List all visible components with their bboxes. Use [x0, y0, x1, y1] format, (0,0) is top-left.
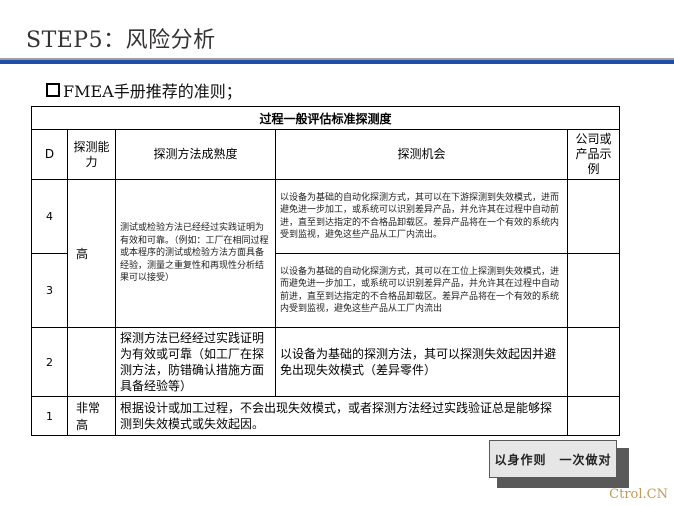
title-divider-blue	[0, 60, 674, 64]
slogan-text: 以身作则 一次做对	[489, 440, 617, 478]
page-title: STEP5：风险分析	[26, 28, 216, 53]
row-d: 3	[31, 253, 68, 328]
header-d: D	[31, 129, 68, 180]
table-row: 2 探测方法已经经过实践证明为有效或可靠（如工厂在探测方法，防错确认措施方面具备…	[31, 327, 620, 397]
header-method: 探测方法成熟度	[115, 129, 276, 180]
row-ability: 非常高	[67, 396, 116, 436]
row-opportunity: 以设备为基础的探测方法，其可以探测失效起因并避免出现失效模式（差异零件）	[275, 327, 568, 397]
row-d: 4	[31, 179, 68, 254]
row-ability	[67, 327, 116, 397]
row-d: 1	[31, 396, 68, 436]
row-example	[567, 396, 620, 436]
watermark: Ctrol.CN	[609, 487, 668, 502]
header-ability: 探测能力	[67, 129, 116, 180]
row-ability: 高	[67, 179, 116, 328]
subtitle-text: FMEA手册推荐的准则；	[63, 82, 242, 101]
slogan-box: 以身作则 一次做对	[489, 440, 631, 490]
row-example	[567, 327, 620, 397]
table-row: 1 非常高 根据设计或加工过程，不会出现失效模式，或者探测方法经过实践验证总是能…	[31, 396, 620, 436]
row-method: 探测方法已经经过实践证明为有效或可靠（如工厂在探测方法，防错确认措施方面具备经验…	[115, 327, 276, 397]
table-row: 4 高 测试或检验方法已经经过实践证明为有效和可靠。（例如：工厂在相同过程或本程…	[31, 179, 620, 328]
row-method: 根据设计或加工过程，不会出现失效模式，或者探测方法经过实践验证总是能够探测到失效…	[115, 396, 568, 436]
checkbox-bullet-icon	[46, 83, 60, 97]
row-example	[567, 179, 620, 254]
table-caption: 过程一般评估标准探测度	[31, 106, 620, 130]
row-opportunity: 以设备为基础的自动化探测方式，其可以在下游探测到失效模式，进而避免进一步加工，或…	[275, 179, 568, 254]
row-method: 测试或检验方法已经经过实践证明为有效和可靠。（例如：工厂在相同过程或本程序的测试…	[115, 179, 276, 328]
subtitle: FMEA手册推荐的准则；	[46, 78, 242, 102]
header-opportunity: 探测机会	[275, 129, 568, 180]
header-example: 公司或产品示例	[567, 129, 620, 180]
detection-criteria-table: 过程一般评估标准探测度 D 探测能力 探测方法成熟度 探测机会 公司或产品示例 …	[31, 106, 620, 436]
row-example	[567, 253, 620, 328]
row-opportunity: 以设备为基础的自动化探测方式，其可以在工位上探测到失效模式，进而避免进一步加工，…	[275, 253, 568, 328]
row-d: 2	[31, 327, 68, 397]
